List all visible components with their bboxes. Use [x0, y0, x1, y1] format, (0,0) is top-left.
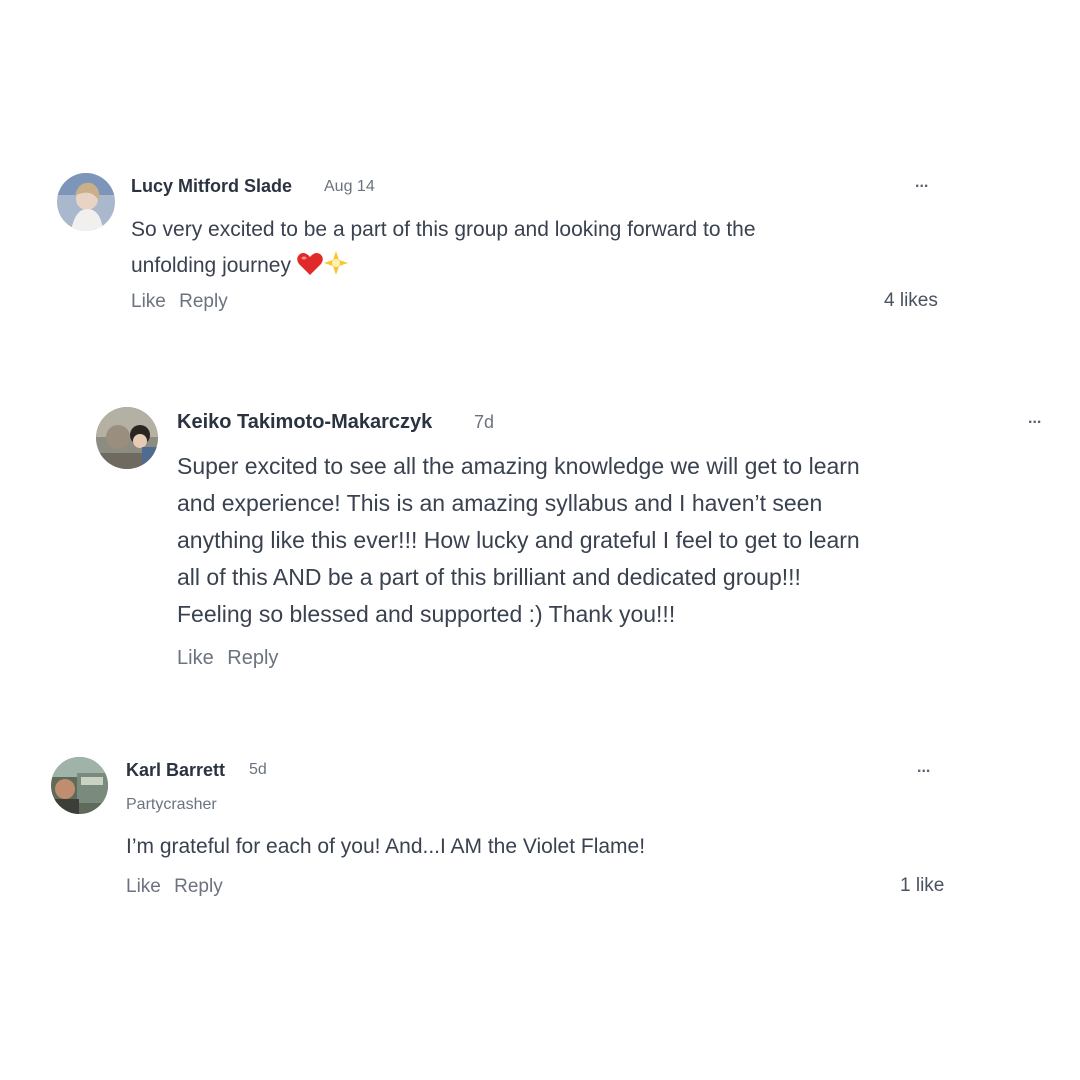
- reply-button[interactable]: Reply: [174, 876, 223, 897]
- like-button[interactable]: Like: [126, 876, 161, 897]
- author-name[interactable]: Karl Barrett: [126, 760, 225, 781]
- comment-karl: Karl Barrett 5d ... Partycrasher I’m gra…: [0, 0, 1080, 920]
- comment-timestamp[interactable]: 5d: [249, 761, 267, 779]
- comments-thread: Lucy Mitford Slade Aug 14 ... So very ex…: [0, 0, 1080, 1080]
- comment-actions: Like Reply: [126, 876, 231, 898]
- avatar[interactable]: [51, 757, 108, 814]
- more-options-icon[interactable]: ...: [917, 759, 930, 777]
- likes-count[interactable]: 1 like: [900, 875, 944, 897]
- comment-body: I’m grateful for each of you! And...I AM…: [126, 835, 646, 858]
- user-subtitle: Partycrasher: [126, 796, 217, 813]
